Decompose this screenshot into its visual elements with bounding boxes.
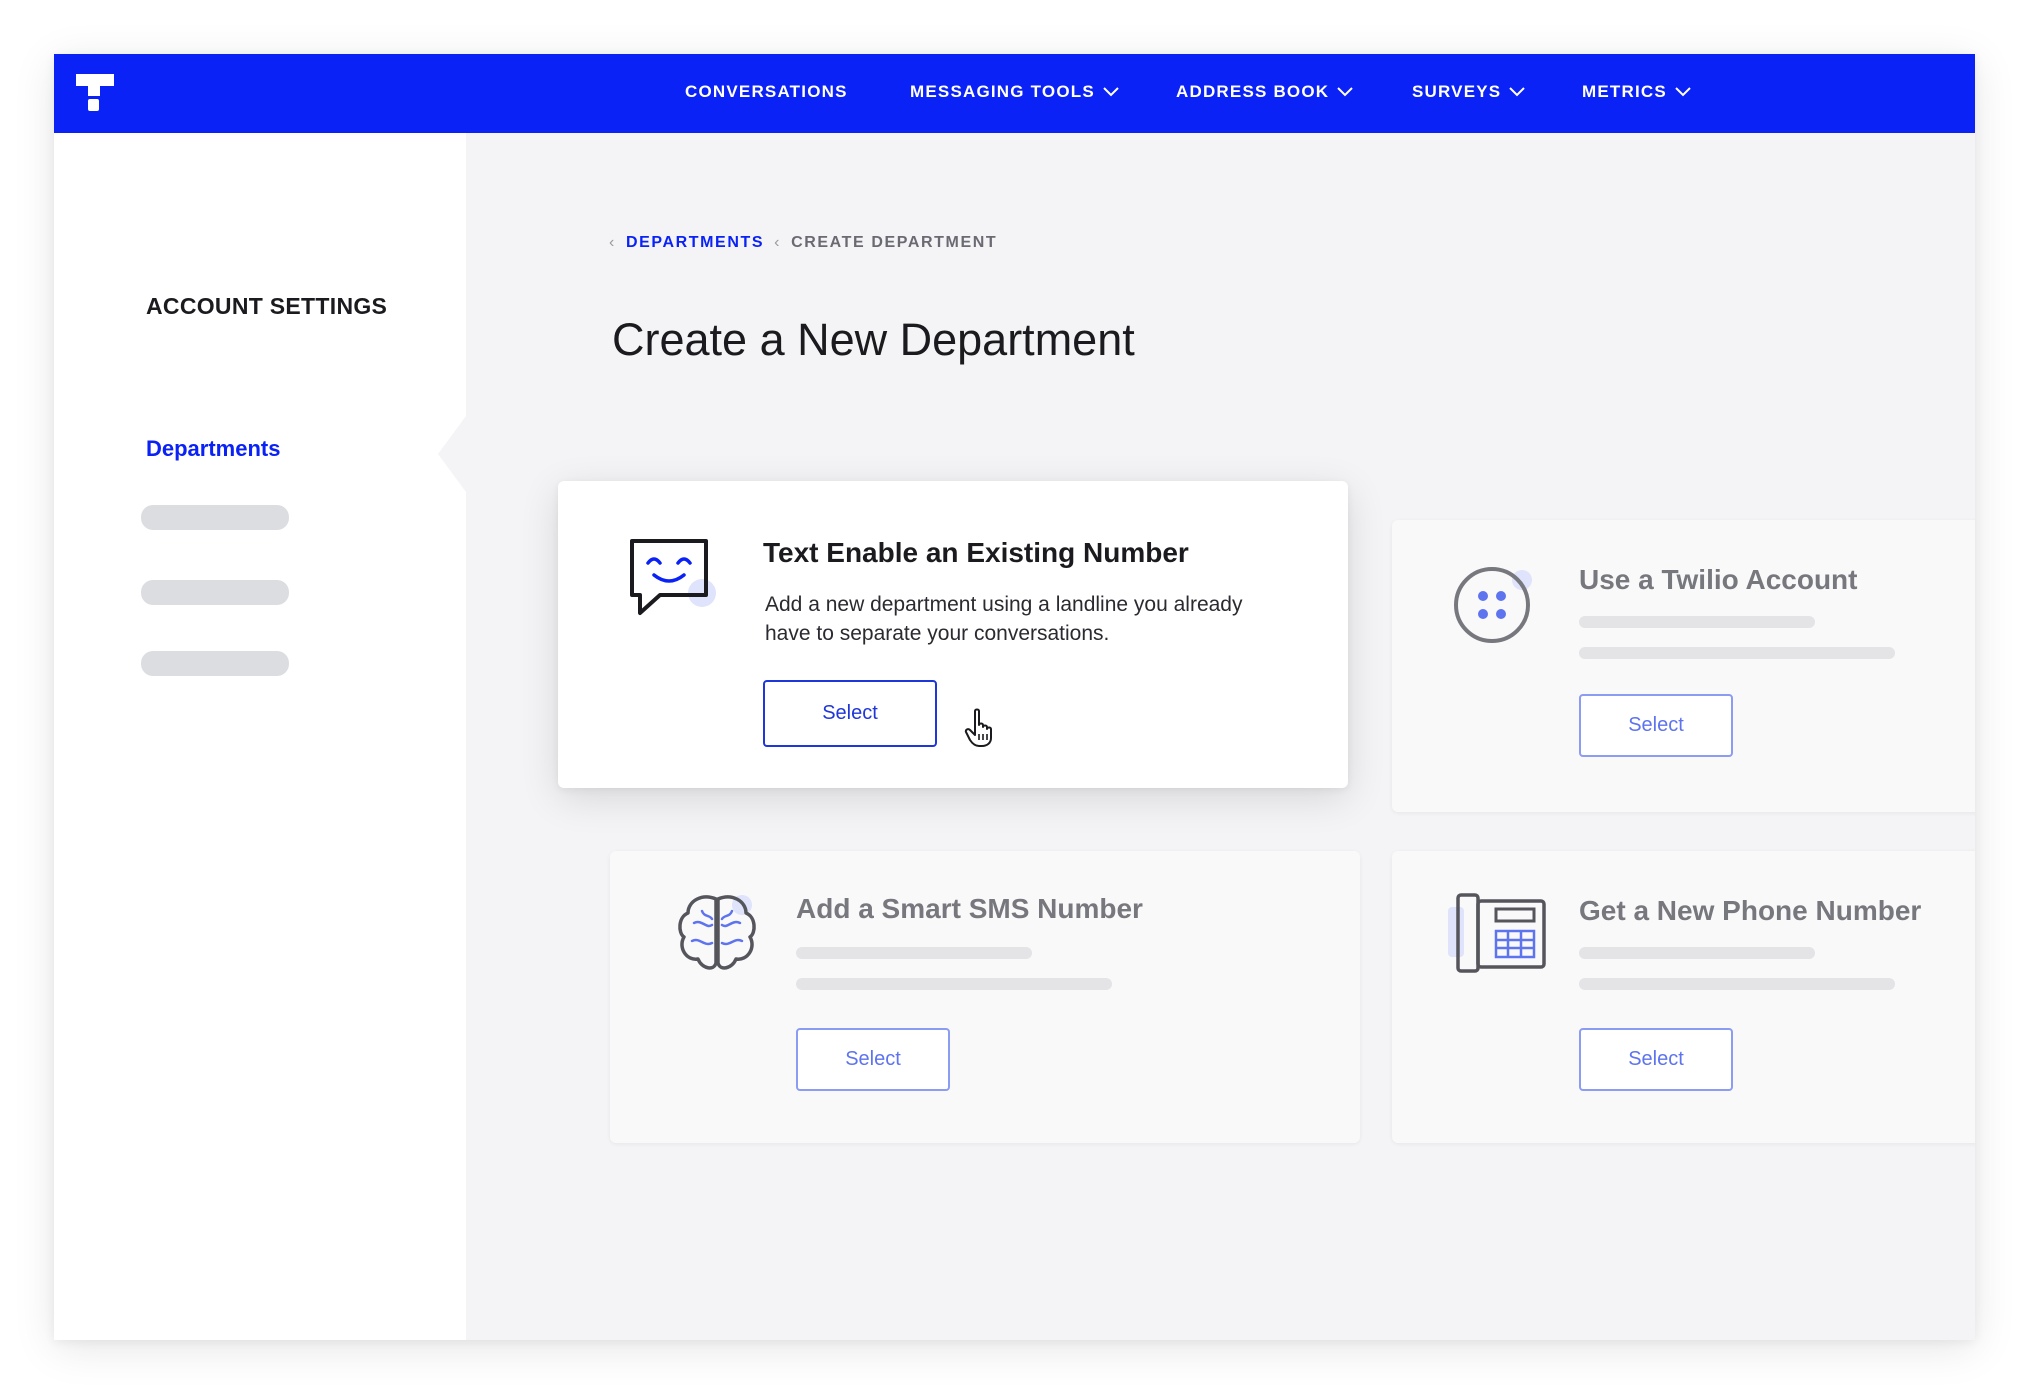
sidebar-item-placeholder xyxy=(141,505,289,530)
settings-sidebar: ACCOUNT SETTINGS Departments xyxy=(54,133,466,1340)
card-title: Get a New Phone Number xyxy=(1579,895,1922,926)
nav-item-label: METRICS xyxy=(1582,82,1667,101)
nav-item-messaging-tools[interactable]: MESSAGING TOOLS xyxy=(910,82,1119,102)
text-placeholder xyxy=(1579,647,1895,659)
sidebar-item-departments[interactable]: Departments xyxy=(146,436,280,462)
nav-item-label: ADDRESS BOOK xyxy=(1176,82,1330,101)
nav-item-label: SURVEYS xyxy=(1412,82,1502,101)
text-placeholder xyxy=(1579,978,1895,990)
breadcrumb-current: CREATE DEPARTMENT xyxy=(791,234,998,251)
chevron-down-icon xyxy=(1337,87,1353,97)
top-nav-bar: CONVERSATIONS MESSAGING TOOLS ADDRESS BO… xyxy=(54,54,1975,133)
select-smart-sms-button[interactable]: Select xyxy=(796,1028,950,1091)
nav-item-label: MESSAGING TOOLS xyxy=(910,82,1095,101)
text-placeholder xyxy=(796,978,1112,990)
chevron-down-icon xyxy=(1509,87,1526,97)
active-item-indicator xyxy=(438,416,466,492)
nav-item-address-book[interactable]: ADDRESS BOOK xyxy=(1176,82,1353,102)
text-placeholder xyxy=(796,947,1032,959)
sidebar-item-placeholder xyxy=(141,651,289,676)
breadcrumb-departments-link[interactable]: DEPARTMENTS xyxy=(626,234,764,252)
card-title: Add a Smart SMS Number xyxy=(796,893,1143,924)
sidebar-item-placeholder xyxy=(141,580,289,605)
page-title: Create a New Department xyxy=(612,314,1135,365)
nav-item-surveys[interactable]: SURVEYS xyxy=(1412,82,1526,102)
nav-item-label: CONVERSATIONS xyxy=(685,82,848,101)
option-card-smart-sms[interactable]: Add a Smart SMS Number Select xyxy=(610,851,1360,1143)
smiling-chat-bubble-icon xyxy=(630,539,716,615)
hand-pointer-icon xyxy=(964,708,992,747)
card-description: Add a new department using a landline yo… xyxy=(765,593,1243,645)
option-card-twilio-account[interactable]: Use a Twilio Account Select xyxy=(1392,520,1975,812)
chevron-down-icon xyxy=(1675,87,1691,97)
option-card-existing-number[interactable]: Text Enable an Existing Number Add a new… xyxy=(558,481,1348,788)
sidebar-title: ACCOUNT SETTINGS xyxy=(146,293,388,319)
brain-icon xyxy=(678,895,756,970)
main-nav: CONVERSATIONS MESSAGING TOOLS ADDRESS BO… xyxy=(54,54,1975,133)
option-card-new-phone-number[interactable]: Get a New Phone Number Select xyxy=(1392,851,1975,1143)
chevron-down-icon xyxy=(1103,87,1119,97)
select-new-phone-number-button[interactable]: Select xyxy=(1579,1028,1733,1091)
app-window: CONVERSATIONS MESSAGING TOOLS ADDRESS BO… xyxy=(54,54,1975,1340)
card-title: Use a Twilio Account xyxy=(1579,564,1858,595)
desk-phone-icon xyxy=(1448,893,1546,973)
chevron-left-icon: ‹ xyxy=(609,234,616,251)
breadcrumb: ‹ DEPARTMENTS ‹ CREATE DEPARTMENT xyxy=(609,234,997,252)
twilio-logo-icon xyxy=(1454,567,1532,643)
chevron-left-icon: ‹ xyxy=(774,234,782,251)
nav-item-metrics[interactable]: METRICS xyxy=(1582,82,1691,102)
text-placeholder xyxy=(1579,947,1815,959)
select-existing-number-button[interactable]: Select xyxy=(763,680,937,747)
nav-item-conversations[interactable]: CONVERSATIONS xyxy=(685,82,848,102)
card-title: Text Enable an Existing Number xyxy=(763,537,1189,568)
select-twilio-account-button[interactable]: Select xyxy=(1579,694,1733,757)
text-placeholder xyxy=(1579,616,1815,628)
